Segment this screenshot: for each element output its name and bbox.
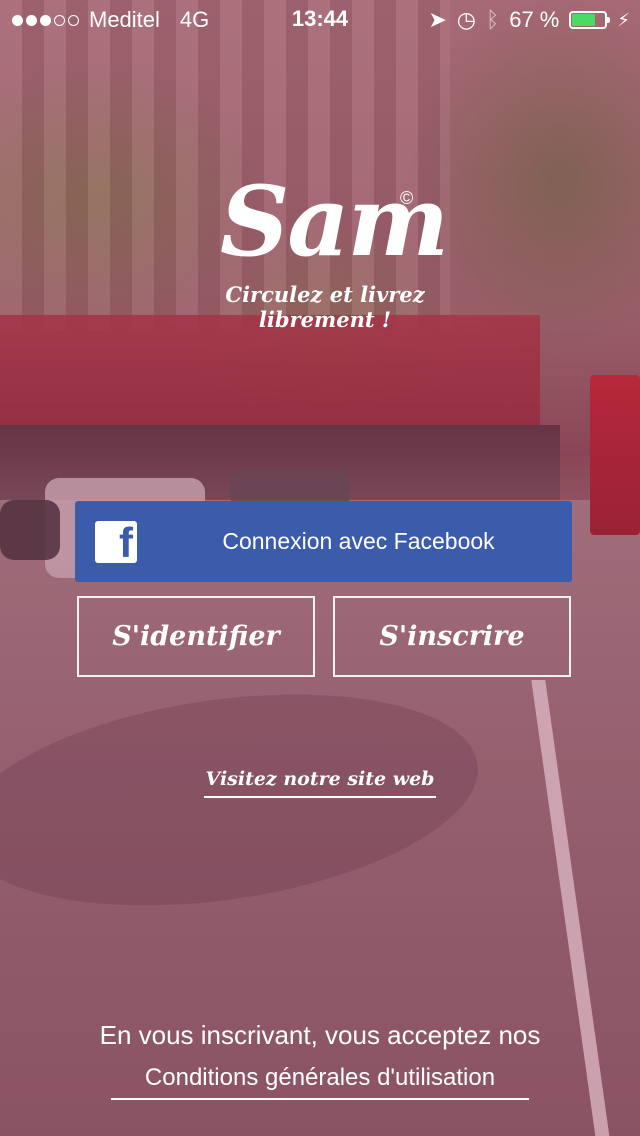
location-arrow-icon: ➤ (428, 7, 447, 32)
terms-link[interactable]: Conditions générales d'utilisation (111, 1064, 529, 1100)
bluetooth-icon: ᛒ (486, 7, 500, 32)
terms-notice: En vous inscrivant, vous acceptez nos Co… (0, 1020, 640, 1100)
status-bar: Meditel 4G 13:44 ➤ ◷ ᛒ 67 % ⚡ (0, 0, 640, 40)
facebook-icon: f (95, 519, 137, 566)
website-link[interactable]: Visitez notre site web (203, 768, 437, 798)
battery-percent: 67 % (509, 7, 560, 32)
copyright-mark: © (400, 188, 414, 208)
login-button[interactable]: S'identifier (77, 596, 315, 677)
facebook-login-label: Connexion avec Facebook (222, 528, 495, 554)
alarm-clock-icon: ◷ (456, 7, 476, 32)
signup-button[interactable]: S'inscrire (333, 596, 571, 677)
tagline: Circulez et livrez librement ! (225, 282, 425, 332)
website-link-row: Visitez notre site web (0, 768, 640, 798)
terms-intro: En vous inscrivant, vous acceptez nos (99, 1020, 541, 1050)
app-logo: Sam © Circulez et livrez librement ! (180, 150, 470, 333)
battery-icon (569, 11, 611, 29)
logo-wordmark: Sam (220, 165, 449, 278)
charging-bolt-icon: ⚡ (617, 9, 630, 30)
facebook-login-button[interactable]: f Connexion avec Facebook (75, 501, 572, 582)
